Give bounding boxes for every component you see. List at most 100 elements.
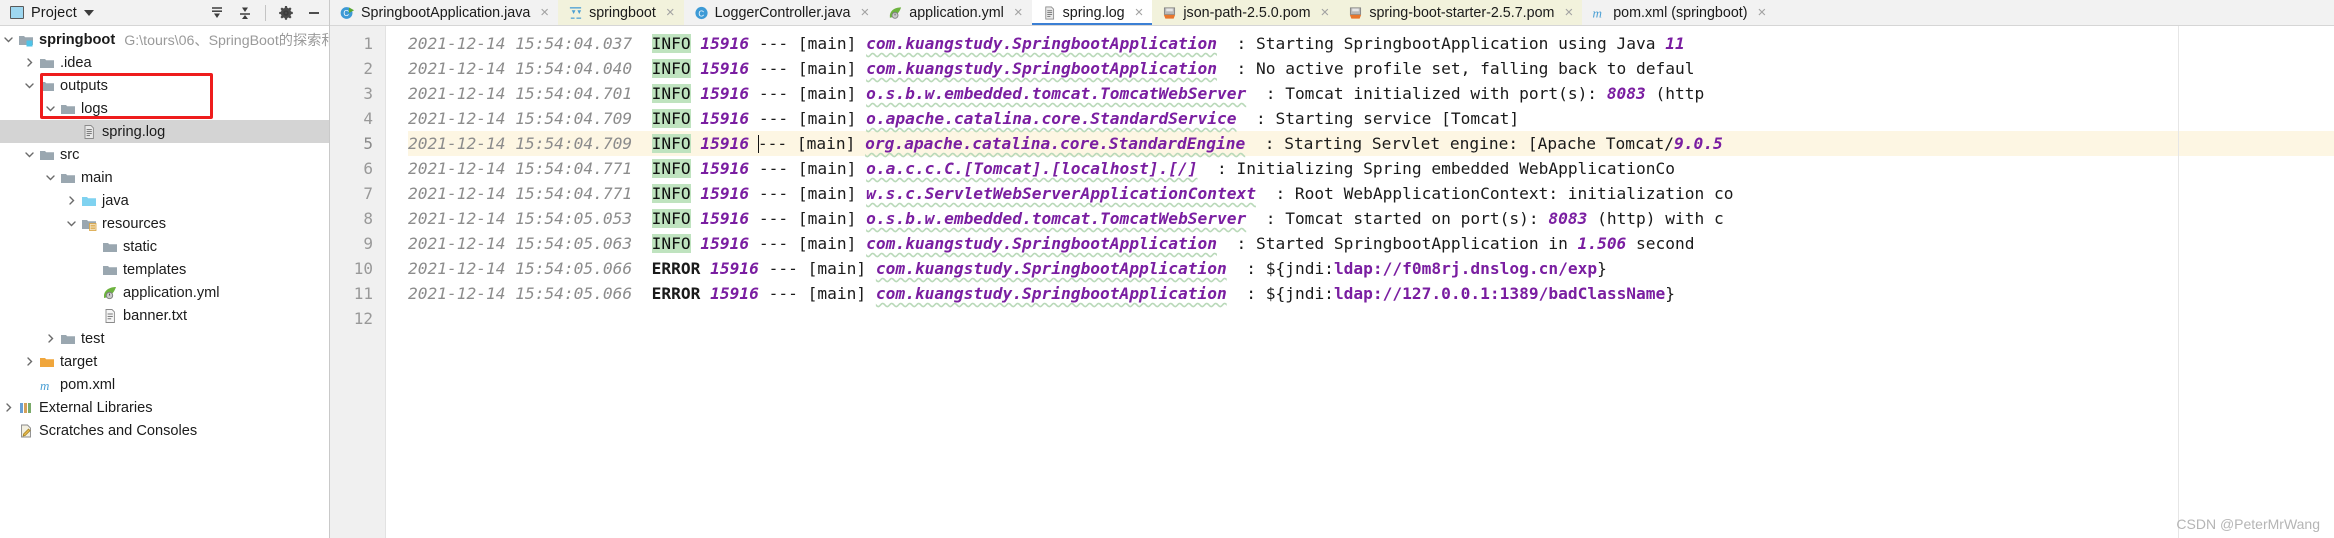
log-line[interactable]: 2021-12-14 15:54:04.709 INFO 15916 --- [… — [408, 131, 2334, 156]
editor-tab-application-yml[interactable]: application.yml × — [878, 0, 1032, 25]
tree-node-external-libraries[interactable]: External Libraries — [0, 396, 329, 419]
tree-node-pom-xml[interactable]: m pom.xml — [0, 373, 329, 396]
tree-node-application-yml[interactable]: application.yml — [0, 281, 329, 304]
tree-node-main[interactable]: main — [0, 166, 329, 189]
editor-tab-bar[interactable]: C SpringbootApplication.java × springboot × C… — [330, 0, 2334, 26]
java-class-icon: C — [694, 5, 709, 20]
close-icon[interactable]: × — [1135, 5, 1144, 20]
log-space — [759, 284, 769, 303]
tree-node-springboot[interactable]: springboot G:\tours\06、SpringBoot的探索和实战\0… — [0, 28, 329, 51]
log-dashes: --- — [758, 184, 789, 203]
tree-node-banner-txt[interactable]: banner.txt — [0, 304, 329, 327]
log-line[interactable]: 2021-12-14 15:54:05.063 INFO 15916 --- [… — [408, 231, 2334, 256]
close-icon[interactable]: × — [1758, 5, 1767, 20]
chevron-down-icon[interactable] — [21, 143, 38, 166]
log-message-suffix: (http — [1645, 84, 1715, 103]
editor-tab-springboot[interactable]: springboot × — [558, 0, 684, 25]
chevron-down-icon[interactable] — [21, 74, 38, 97]
log-space — [856, 84, 866, 103]
tree-node-test[interactable]: test — [0, 327, 329, 350]
project-title-group[interactable]: Project — [10, 5, 94, 21]
svg-text:C: C — [343, 9, 349, 18]
log-space — [632, 209, 652, 228]
editor-tab-json-path-2-5-0-pom[interactable]: json-path-2.5.0.pom × — [1152, 0, 1339, 25]
log-space — [632, 184, 652, 203]
log-space — [788, 34, 798, 53]
chevron-down-icon[interactable] — [42, 97, 59, 120]
log-space — [691, 84, 701, 103]
chevron-down-icon[interactable] — [42, 166, 59, 189]
editor-tab-springbootapplication-java[interactable]: C SpringbootApplication.java × — [330, 0, 559, 25]
log-space — [1245, 134, 1265, 153]
log-thread: [main] — [797, 184, 857, 203]
collapse-all-icon[interactable] — [234, 2, 256, 24]
log-space — [691, 134, 701, 153]
log-thread: [main] — [797, 59, 857, 78]
editor-tab-pom-xml-springboot-[interactable]: m pom.xml (springboot) × — [1582, 0, 1776, 25]
log-timestamp: 2021-12-14 15:54:05.066 — [408, 259, 633, 278]
log-space — [1217, 59, 1237, 78]
tree-node--idea[interactable]: .idea — [0, 51, 329, 74]
log-space — [700, 284, 710, 303]
tree-node-target[interactable]: target — [0, 350, 329, 373]
editor-tab-spring-boot-starter-2-5-7-pom[interactable]: spring-boot-starter-2.5.7.pom × — [1338, 0, 1583, 25]
log-message-suffix: } — [1597, 259, 1607, 278]
close-icon[interactable]: × — [1014, 5, 1023, 20]
editor-tab-spring-log[interactable]: spring.log × — [1031, 0, 1153, 25]
editor-tab-loggercontroller-java[interactable]: C LoggerController.java × — [683, 0, 879, 25]
log-space — [632, 234, 652, 253]
log-line[interactable]: 2021-12-14 15:54:05.053 INFO 15916 --- [… — [408, 206, 2334, 231]
log-message: : Starting SpringbootApplication using J… — [1236, 34, 1666, 53]
log-level-info: INFO — [651, 159, 691, 178]
hide-panel-icon[interactable] — [303, 2, 325, 24]
tree-node-resources[interactable]: resources — [0, 212, 329, 235]
settings-gear-icon[interactable] — [275, 2, 297, 24]
yaml-file-icon — [101, 281, 118, 304]
chevron-right-icon[interactable] — [42, 327, 59, 350]
tree-node-logs[interactable]: logs — [0, 97, 329, 120]
log-file-icon — [1042, 5, 1057, 20]
expand-all-icon[interactable] — [206, 2, 228, 24]
log-content[interactable]: 2021-12-14 15:54:04.037 INFO 15916 --- [… — [386, 26, 2334, 538]
log-line[interactable]: 2021-12-14 15:54:04.771 INFO 15916 --- [… — [408, 181, 2334, 206]
tree-node-scratches-and-consoles[interactable]: Scratches and Consoles — [0, 419, 329, 442]
folder-icon — [101, 258, 118, 281]
tree-node-label: resources — [102, 215, 167, 232]
tree-node-spring-log[interactable]: spring.log — [0, 120, 329, 143]
editor-tab-label: pom.xml (springboot) — [1613, 4, 1748, 21]
log-line[interactable]: 2021-12-14 15:54:04.037 INFO 15916 --- [… — [408, 31, 2334, 56]
tree-node-java[interactable]: java — [0, 189, 329, 212]
chevron-down-icon[interactable] — [83, 9, 94, 16]
tree-node-static[interactable]: static — [0, 235, 329, 258]
log-line[interactable]: 2021-12-14 15:54:04.701 INFO 15916 --- [… — [408, 81, 2334, 106]
close-icon[interactable]: × — [861, 5, 870, 20]
log-line[interactable]: 2021-12-14 15:54:05.066 ERROR 15916 --- … — [408, 256, 2334, 281]
log-space — [632, 109, 652, 128]
chevron-right-icon[interactable] — [0, 396, 17, 419]
log-line[interactable] — [408, 306, 2334, 331]
close-icon[interactable]: × — [666, 5, 675, 20]
chevron-right-icon[interactable] — [21, 51, 38, 74]
log-line[interactable]: 2021-12-14 15:54:05.066 ERROR 15916 --- … — [408, 281, 2334, 306]
log-timestamp: 2021-12-14 15:54:04.037 — [408, 34, 633, 53]
chevron-down-icon[interactable] — [63, 212, 80, 235]
log-timestamp: 2021-12-14 15:54:05.066 — [408, 284, 633, 303]
chevron-right-icon[interactable] — [63, 189, 80, 212]
folder-icon — [59, 327, 76, 350]
project-tree[interactable]: springboot G:\tours\06、SpringBoot的探索和实战\0… — [0, 26, 329, 538]
watermark: CSDN @PeterMrWang — [2176, 516, 2320, 532]
tree-node-src[interactable]: src — [0, 143, 329, 166]
log-timestamp: 2021-12-14 15:54:04.701 — [408, 84, 633, 103]
close-icon[interactable]: × — [1564, 5, 1573, 20]
tree-node-outputs[interactable]: outputs — [0, 74, 329, 97]
log-line[interactable]: 2021-12-14 15:54:04.771 INFO 15916 --- [… — [408, 156, 2334, 181]
log-line[interactable]: 2021-12-14 15:54:04.040 INFO 15916 --- [… — [408, 56, 2334, 81]
close-icon[interactable]: × — [1321, 5, 1330, 20]
log-editor[interactable]: 1 2 3 4 5 6 7 8 9 10 11 12 2021-12-14 15:54:04.037 … — [330, 26, 2334, 538]
tree-node-templates[interactable]: templates — [0, 258, 329, 281]
chevron-down-icon[interactable] — [0, 28, 17, 51]
chevron-right-icon[interactable] — [21, 350, 38, 373]
close-icon[interactable]: × — [540, 5, 549, 20]
log-message-highlight: 1.506 — [1577, 234, 1627, 253]
log-line[interactable]: 2021-12-14 15:54:04.709 INFO 15916 --- [… — [408, 106, 2334, 131]
